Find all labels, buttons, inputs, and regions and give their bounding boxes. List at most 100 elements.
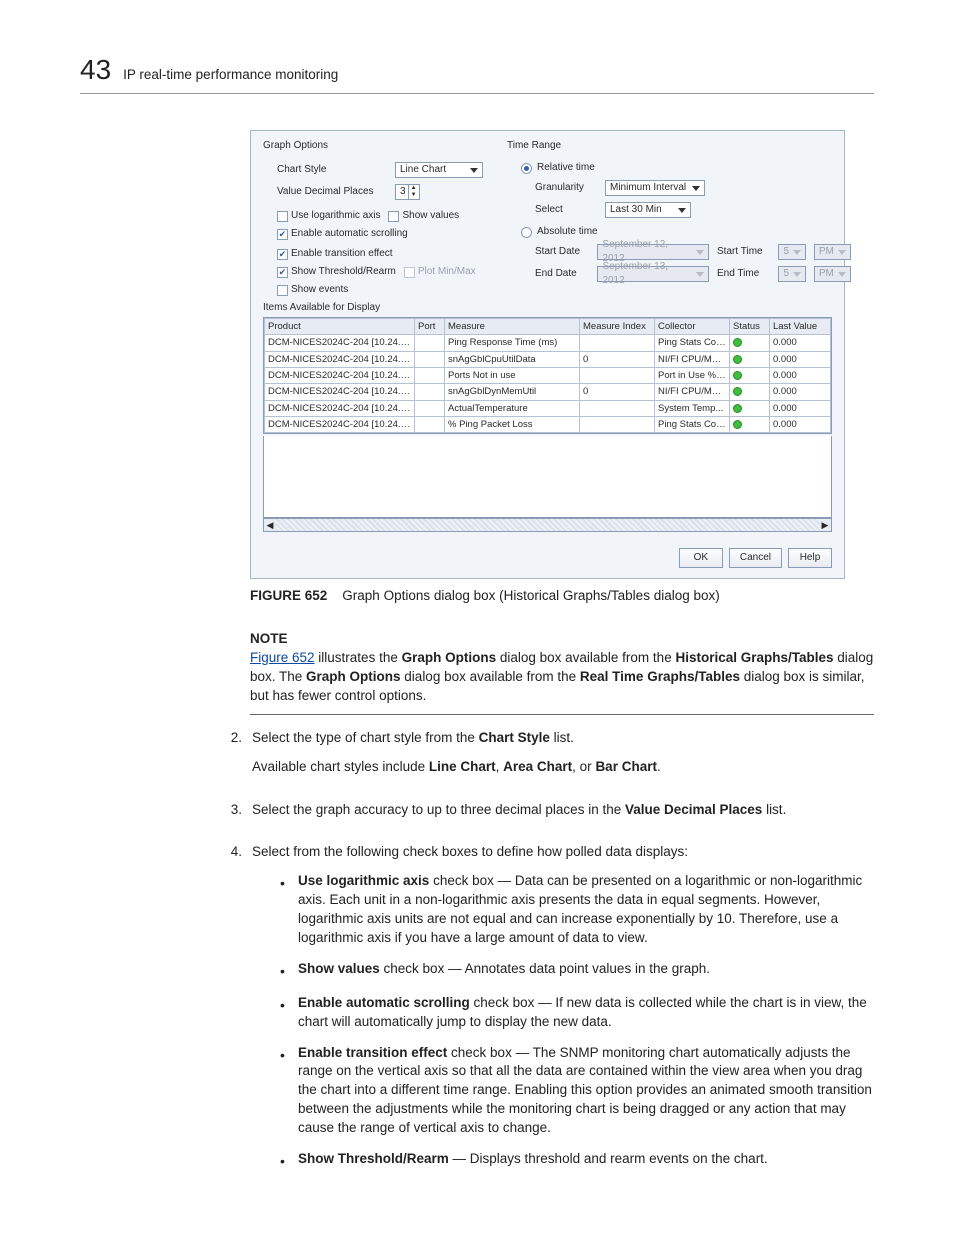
chart-style-value: Line Chart: [400, 163, 446, 177]
note-title: NOTE: [250, 630, 874, 649]
time-range-title: Time Range: [507, 139, 851, 153]
figure-caption: FIGURE 652 Graph Options dialog box (His…: [250, 587, 874, 606]
granularity-dropdown[interactable]: Minimum Interval: [605, 180, 705, 196]
chevron-down-icon: [470, 168, 478, 173]
chevron-down-icon: [793, 250, 801, 255]
steps: 2. Select the type of chart style from t…: [220, 729, 874, 1184]
step-4-bullets: Use logarithmic axis check box — Data ca…: [280, 872, 874, 1172]
end-date-label: End Date: [535, 267, 589, 281]
ok-button[interactable]: OK: [679, 548, 723, 568]
radio-icon: [521, 227, 532, 238]
chart-style-dropdown[interactable]: Line Chart: [395, 162, 483, 178]
show-values-checkbox[interactable]: Show values: [388, 209, 459, 223]
table-header-row: Product Port Measure Measure Index Colle…: [265, 319, 831, 335]
end-time-label: End Time: [717, 267, 770, 281]
chevron-down-icon: [696, 250, 704, 255]
spinner-buttons[interactable]: ▲▼: [408, 185, 419, 199]
relative-time-radio[interactable]: Relative time: [521, 161, 851, 175]
table-row[interactable]: DCM-NICES2024C-204 [10.24.60.204]Ports N…: [265, 368, 831, 384]
status-ok-icon: [733, 355, 742, 364]
chart-style-label: Chart Style: [277, 163, 387, 177]
scroll-right-icon[interactable]: ▶: [819, 519, 831, 532]
step-2: 2. Select the type of chart style from t…: [220, 729, 874, 787]
step-3: 3. Select the graph accuracy to up to th…: [220, 801, 874, 830]
chevron-down-icon: [838, 250, 846, 255]
plot-minmax-checkbox: Plot Min/Max: [404, 265, 476, 279]
table-row[interactable]: DCM-NICES2024C-204 [10.24.60.204]% Ping …: [265, 416, 831, 432]
status-ok-icon: [733, 404, 742, 413]
dialog-top: Graph Options Chart Style Line Chart Val…: [251, 131, 844, 301]
cancel-button[interactable]: Cancel: [729, 548, 782, 568]
graph-options-title: Graph Options: [263, 139, 483, 153]
decimal-places-spinner[interactable]: 3 ▲▼: [395, 184, 420, 200]
note-body: Figure 652 illustrates the Graph Options…: [250, 649, 874, 706]
checkbox-icon: ✔: [277, 249, 288, 260]
use-log-checkbox[interactable]: Use logarithmic axis: [277, 209, 380, 223]
table-row[interactable]: DCM-NICES2024C-204 [10.24.60.204]snAgGbl…: [265, 351, 831, 367]
dialog-buttons: OK Cancel Help: [251, 542, 844, 578]
chevron-down-icon: [678, 208, 686, 213]
step-4: 4. Select from the following check boxes…: [220, 843, 874, 1183]
chevron-down-icon: [696, 272, 704, 277]
decimal-places-row: Value Decimal Places 3 ▲▼: [277, 183, 483, 201]
transition-checkbox[interactable]: ✔ Enable transition effect: [277, 247, 393, 261]
threshold-checkbox[interactable]: ✔ Show Threshold/Rearm: [277, 265, 396, 279]
checkbox-icon: [388, 211, 399, 222]
time-range-column: Time Range Relative time Granularity Min…: [507, 139, 851, 297]
checkbox-icon: [277, 285, 288, 296]
checkbox-icon: ✔: [277, 229, 288, 240]
chart-style-row: Chart Style Line Chart: [277, 161, 483, 179]
decimal-places-label: Value Decimal Places: [277, 185, 387, 199]
items-title: Items Available for Display: [251, 301, 844, 317]
status-ok-icon: [733, 371, 742, 380]
page-header: 43 IP real-time performance monitoring: [80, 50, 874, 94]
granularity-label: Granularity: [535, 181, 597, 195]
end-time-hour: 5: [778, 266, 805, 282]
select-dropdown[interactable]: Last 30 Min: [605, 202, 691, 218]
figure-text: Graph Options dialog box (Historical Gra…: [342, 588, 719, 603]
start-date-label: Start Date: [535, 245, 589, 259]
graph-options-column: Graph Options Chart Style Line Chart Val…: [263, 139, 483, 297]
decimal-places-value: 3: [400, 185, 406, 199]
table-row[interactable]: DCM-NICES2024C-204 [10.24.60.204]ActualT…: [265, 400, 831, 416]
checkbox-icon: [404, 267, 415, 278]
scroll-left-icon[interactable]: ◀: [264, 519, 276, 532]
chevron-down-icon: [838, 272, 846, 277]
table-row[interactable]: DCM-NICES2024C-204 [10.24.60.204]Ping Re…: [265, 335, 831, 351]
bullet-transition: Enable transition effect check box — The…: [280, 1044, 874, 1138]
start-date-dropdown: September 12, 2012: [597, 244, 709, 260]
page-title: IP real-time performance monitoring: [123, 66, 338, 85]
checkbox-icon: ✔: [277, 267, 288, 278]
chevron-down-icon: [692, 186, 700, 191]
scroll-track[interactable]: [276, 519, 819, 531]
status-ok-icon: [733, 420, 742, 429]
figure-number: FIGURE 652: [250, 588, 327, 603]
start-time-label: Start Time: [717, 245, 770, 259]
status-ok-icon: [733, 387, 742, 396]
start-time-hour: 5: [778, 244, 805, 260]
bullet-use-log: Use logarithmic axis check box — Data ca…: [280, 872, 874, 948]
bullet-show-values: Show values check box — Annotates data p…: [280, 960, 874, 982]
help-button[interactable]: Help: [788, 548, 832, 568]
table-row[interactable]: DCM-NICES2024C-204 [10.24.60.204]snAgGbl…: [265, 384, 831, 400]
end-time-ampm: PM: [814, 266, 851, 282]
graph-options-dialog: Graph Options Chart Style Line Chart Val…: [250, 130, 845, 579]
status-ok-icon: [733, 338, 742, 347]
radio-icon: [521, 163, 532, 174]
note-block: NOTE Figure 652 illustrates the Graph Op…: [250, 630, 874, 715]
page-number: 43: [80, 50, 111, 89]
start-time-ampm: PM: [814, 244, 851, 260]
absolute-time-radio[interactable]: Absolute time: [521, 225, 851, 239]
select-label: Select: [535, 203, 597, 217]
end-date-dropdown: September 13, 2012: [597, 266, 709, 282]
horizontal-scrollbar[interactable]: ◀ ▶: [263, 518, 832, 532]
auto-scroll-checkbox[interactable]: ✔ Enable automatic scrolling: [277, 227, 408, 241]
figure-link[interactable]: Figure 652: [250, 650, 315, 665]
checkbox-icon: [277, 211, 288, 222]
items-table[interactable]: Product Port Measure Measure Index Colle…: [263, 317, 832, 434]
chevron-down-icon: [793, 272, 801, 277]
table-empty-area: [263, 436, 832, 518]
bullet-threshold: Show Threshold/Rearm — Displays threshol…: [280, 1150, 874, 1172]
show-events-checkbox[interactable]: Show events: [277, 283, 348, 297]
bullet-auto-scroll: Enable automatic scrolling check box — I…: [280, 994, 874, 1032]
